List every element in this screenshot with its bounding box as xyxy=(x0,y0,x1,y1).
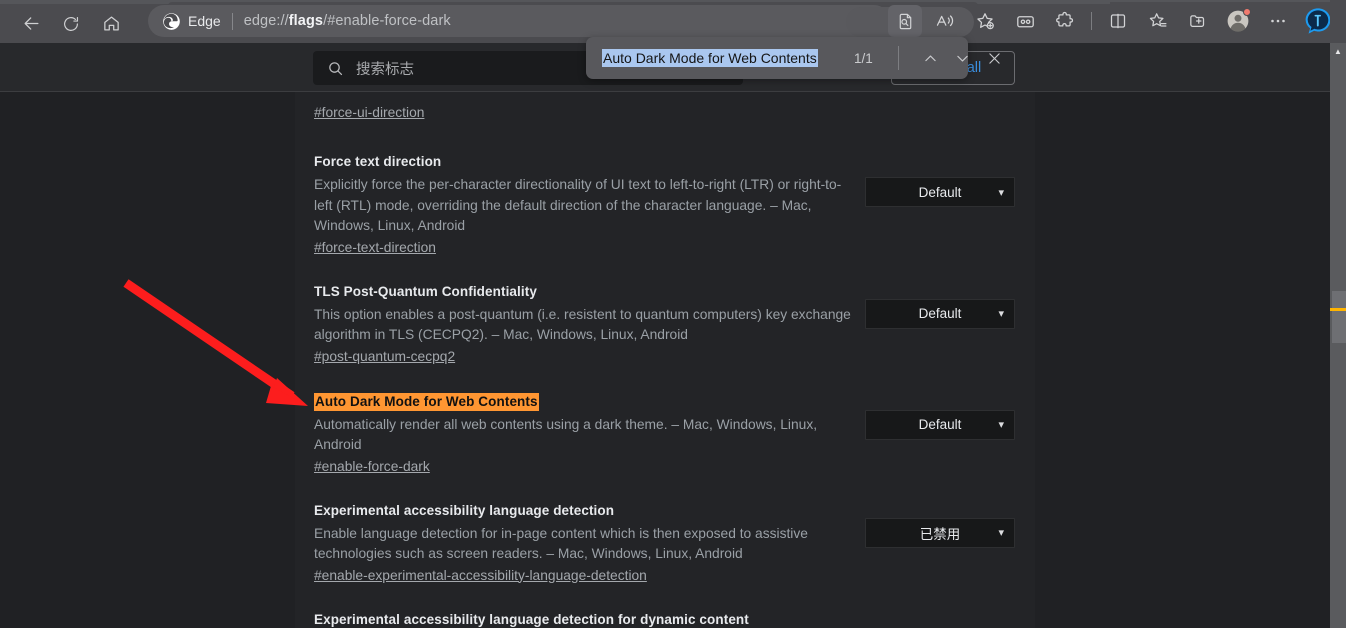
profile-notification-dot xyxy=(1243,8,1251,16)
flag-text-block: TLS Post-Quantum Confidentiality This op… xyxy=(314,283,859,366)
chrome-corner xyxy=(1330,0,1346,43)
read-aloud-icon xyxy=(936,15,954,27)
home-button[interactable] xyxy=(94,8,128,40)
find-previous-button[interactable] xyxy=(916,44,944,72)
read-aloud-button[interactable] xyxy=(928,5,962,37)
find-match-count: 1/1 xyxy=(854,50,873,66)
collections-button[interactable] xyxy=(1008,5,1042,37)
find-next-button[interactable] xyxy=(948,44,976,72)
flag-text-block: Force text direction Explicitly force th… xyxy=(314,153,859,257)
flag-description: Explicitly force the per-character direc… xyxy=(314,177,842,233)
flag-state-value: Default xyxy=(918,306,962,321)
scrollbar-thumb[interactable] xyxy=(1332,291,1346,343)
url-host: flags xyxy=(288,13,324,29)
favorites-icon xyxy=(1149,13,1167,27)
flag-state-select[interactable]: Default ▾ xyxy=(865,298,1015,329)
chevron-down-icon xyxy=(956,55,968,62)
edge-logo-icon xyxy=(163,12,180,30)
flag-state-select[interactable]: 已禁用 ▾ xyxy=(865,517,1015,548)
back-button[interactable] xyxy=(14,8,48,40)
settings-and-more-button[interactable] xyxy=(1261,5,1295,37)
flag-description: Enable language detection for in-page co… xyxy=(314,525,808,562)
flag-item-partial-top: #force-ui-direction xyxy=(295,92,1035,122)
page-left-gutter xyxy=(0,92,295,628)
search-placeholder: 搜索标志 xyxy=(356,61,414,78)
find-on-page-button[interactable] xyxy=(888,5,922,37)
browser-window: Edge edge://flags/#enable-force-dark 搜索标… xyxy=(0,0,1346,628)
edge-brand-label: Edge xyxy=(188,13,221,29)
flag-description: Automatically render all web contents us… xyxy=(314,416,818,453)
find-close-button[interactable] xyxy=(980,44,1008,72)
url-suffix: /#enable-force-dark xyxy=(323,13,451,29)
extensions-button[interactable] xyxy=(1048,5,1082,37)
toolbar-divider xyxy=(1091,12,1092,30)
flag-title: Experimental accessibility language dete… xyxy=(314,611,749,627)
flag-title: TLS Post-Quantum Confidentiality xyxy=(314,283,537,299)
flag-state-value: Default xyxy=(918,184,962,200)
collections-icon xyxy=(1016,15,1034,27)
add-favorite-icon xyxy=(977,13,994,30)
flag-item: Force text direction Explicitly force th… xyxy=(295,122,1035,257)
split-screen-icon xyxy=(1110,13,1126,29)
find-query-input[interactable]: Auto Dark Mode for Web Contents xyxy=(602,49,818,67)
flag-link[interactable]: #force-ui-direction xyxy=(314,105,424,120)
reload-button[interactable] xyxy=(54,8,88,40)
flag-description: This option enables a post-quantum (i.e.… xyxy=(314,306,851,343)
flag-item-partial-bottom: Experimental accessibility language dete… xyxy=(295,585,1035,628)
flag-state-value: 已禁用 xyxy=(919,526,961,542)
edge-brand: Edge xyxy=(162,12,221,31)
flag-state-value: Default xyxy=(918,417,962,432)
flag-title: Experimental accessibility language dete… xyxy=(314,502,615,518)
flag-item-auto-dark-mode: Auto Dark Mode for Web Contents Automati… xyxy=(295,366,1035,476)
url-prefix: edge:// xyxy=(243,13,289,29)
flag-state-select[interactable]: Default ▾ xyxy=(865,409,1015,440)
find-in-page-bar: Auto Dark Mode for Web Contents 1/1 xyxy=(586,37,1000,79)
page-right-gutter xyxy=(1035,92,1330,628)
omnibox-url: edge://flags/#enable-force-dark xyxy=(244,13,451,29)
flag-item: Experimental accessibility language dete… xyxy=(295,476,1035,585)
chevron-down-icon: ▾ xyxy=(998,419,1004,431)
add-favorite-button[interactable] xyxy=(968,5,1002,37)
chevron-down-icon: ▾ xyxy=(998,186,1004,199)
find-match-marker xyxy=(1330,308,1346,311)
flag-title-highlighted: Auto Dark Mode for Web Contents xyxy=(314,392,539,411)
flag-state-select[interactable]: Default ▾ xyxy=(865,177,1015,207)
page-scrollbar[interactable]: ▲ xyxy=(1330,43,1346,628)
copilot-icon xyxy=(1305,8,1331,34)
add-tab-group-button[interactable] xyxy=(1181,5,1215,37)
omnibox-divider xyxy=(231,12,233,30)
flag-title: Force text direction xyxy=(314,154,442,169)
flag-link[interactable]: #enable-experimental-accessibility-langu… xyxy=(314,568,647,583)
flag-item: TLS Post-Quantum Confidentiality This op… xyxy=(295,257,1035,366)
favorites-button[interactable] xyxy=(1141,5,1175,37)
page-viewport: 搜索标志 Reset all #force-ui-direction Force… xyxy=(0,43,1330,628)
close-icon xyxy=(988,52,1000,64)
search-icon xyxy=(327,60,344,77)
profile-avatar-button[interactable] xyxy=(1221,5,1255,37)
add-tab-group-icon xyxy=(1190,15,1205,27)
address-bar[interactable]: Edge edge://flags/#enable-force-dark xyxy=(148,5,890,37)
home-icon xyxy=(103,16,119,31)
ellipsis-icon xyxy=(1271,19,1285,23)
flag-text-block: Auto Dark Mode for Web Contents Automati… xyxy=(314,392,859,476)
flags-list: #force-ui-direction Force text direction… xyxy=(295,92,1035,628)
chevron-up-icon xyxy=(924,54,936,61)
reload-icon xyxy=(64,16,79,31)
back-arrow-icon xyxy=(24,17,38,30)
split-screen-button[interactable] xyxy=(1101,5,1135,37)
flag-link[interactable]: #force-text-direction xyxy=(314,240,436,255)
chevron-down-icon: ▾ xyxy=(998,308,1004,320)
flag-text-block: Experimental accessibility language dete… xyxy=(314,611,859,628)
find-on-page-icon xyxy=(899,13,911,29)
chevron-down-icon: ▾ xyxy=(998,527,1004,539)
find-divider xyxy=(898,46,899,70)
flag-link[interactable]: #post-quantum-cecpq2 xyxy=(314,349,455,364)
scroll-up-arrow-icon[interactable]: ▲ xyxy=(1330,43,1346,59)
toolbar-right-icons xyxy=(885,4,1338,38)
flag-link[interactable]: #enable-force-dark xyxy=(314,459,430,474)
extensions-icon xyxy=(1056,11,1074,27)
flag-text-block: Experimental accessibility language dete… xyxy=(314,502,859,585)
